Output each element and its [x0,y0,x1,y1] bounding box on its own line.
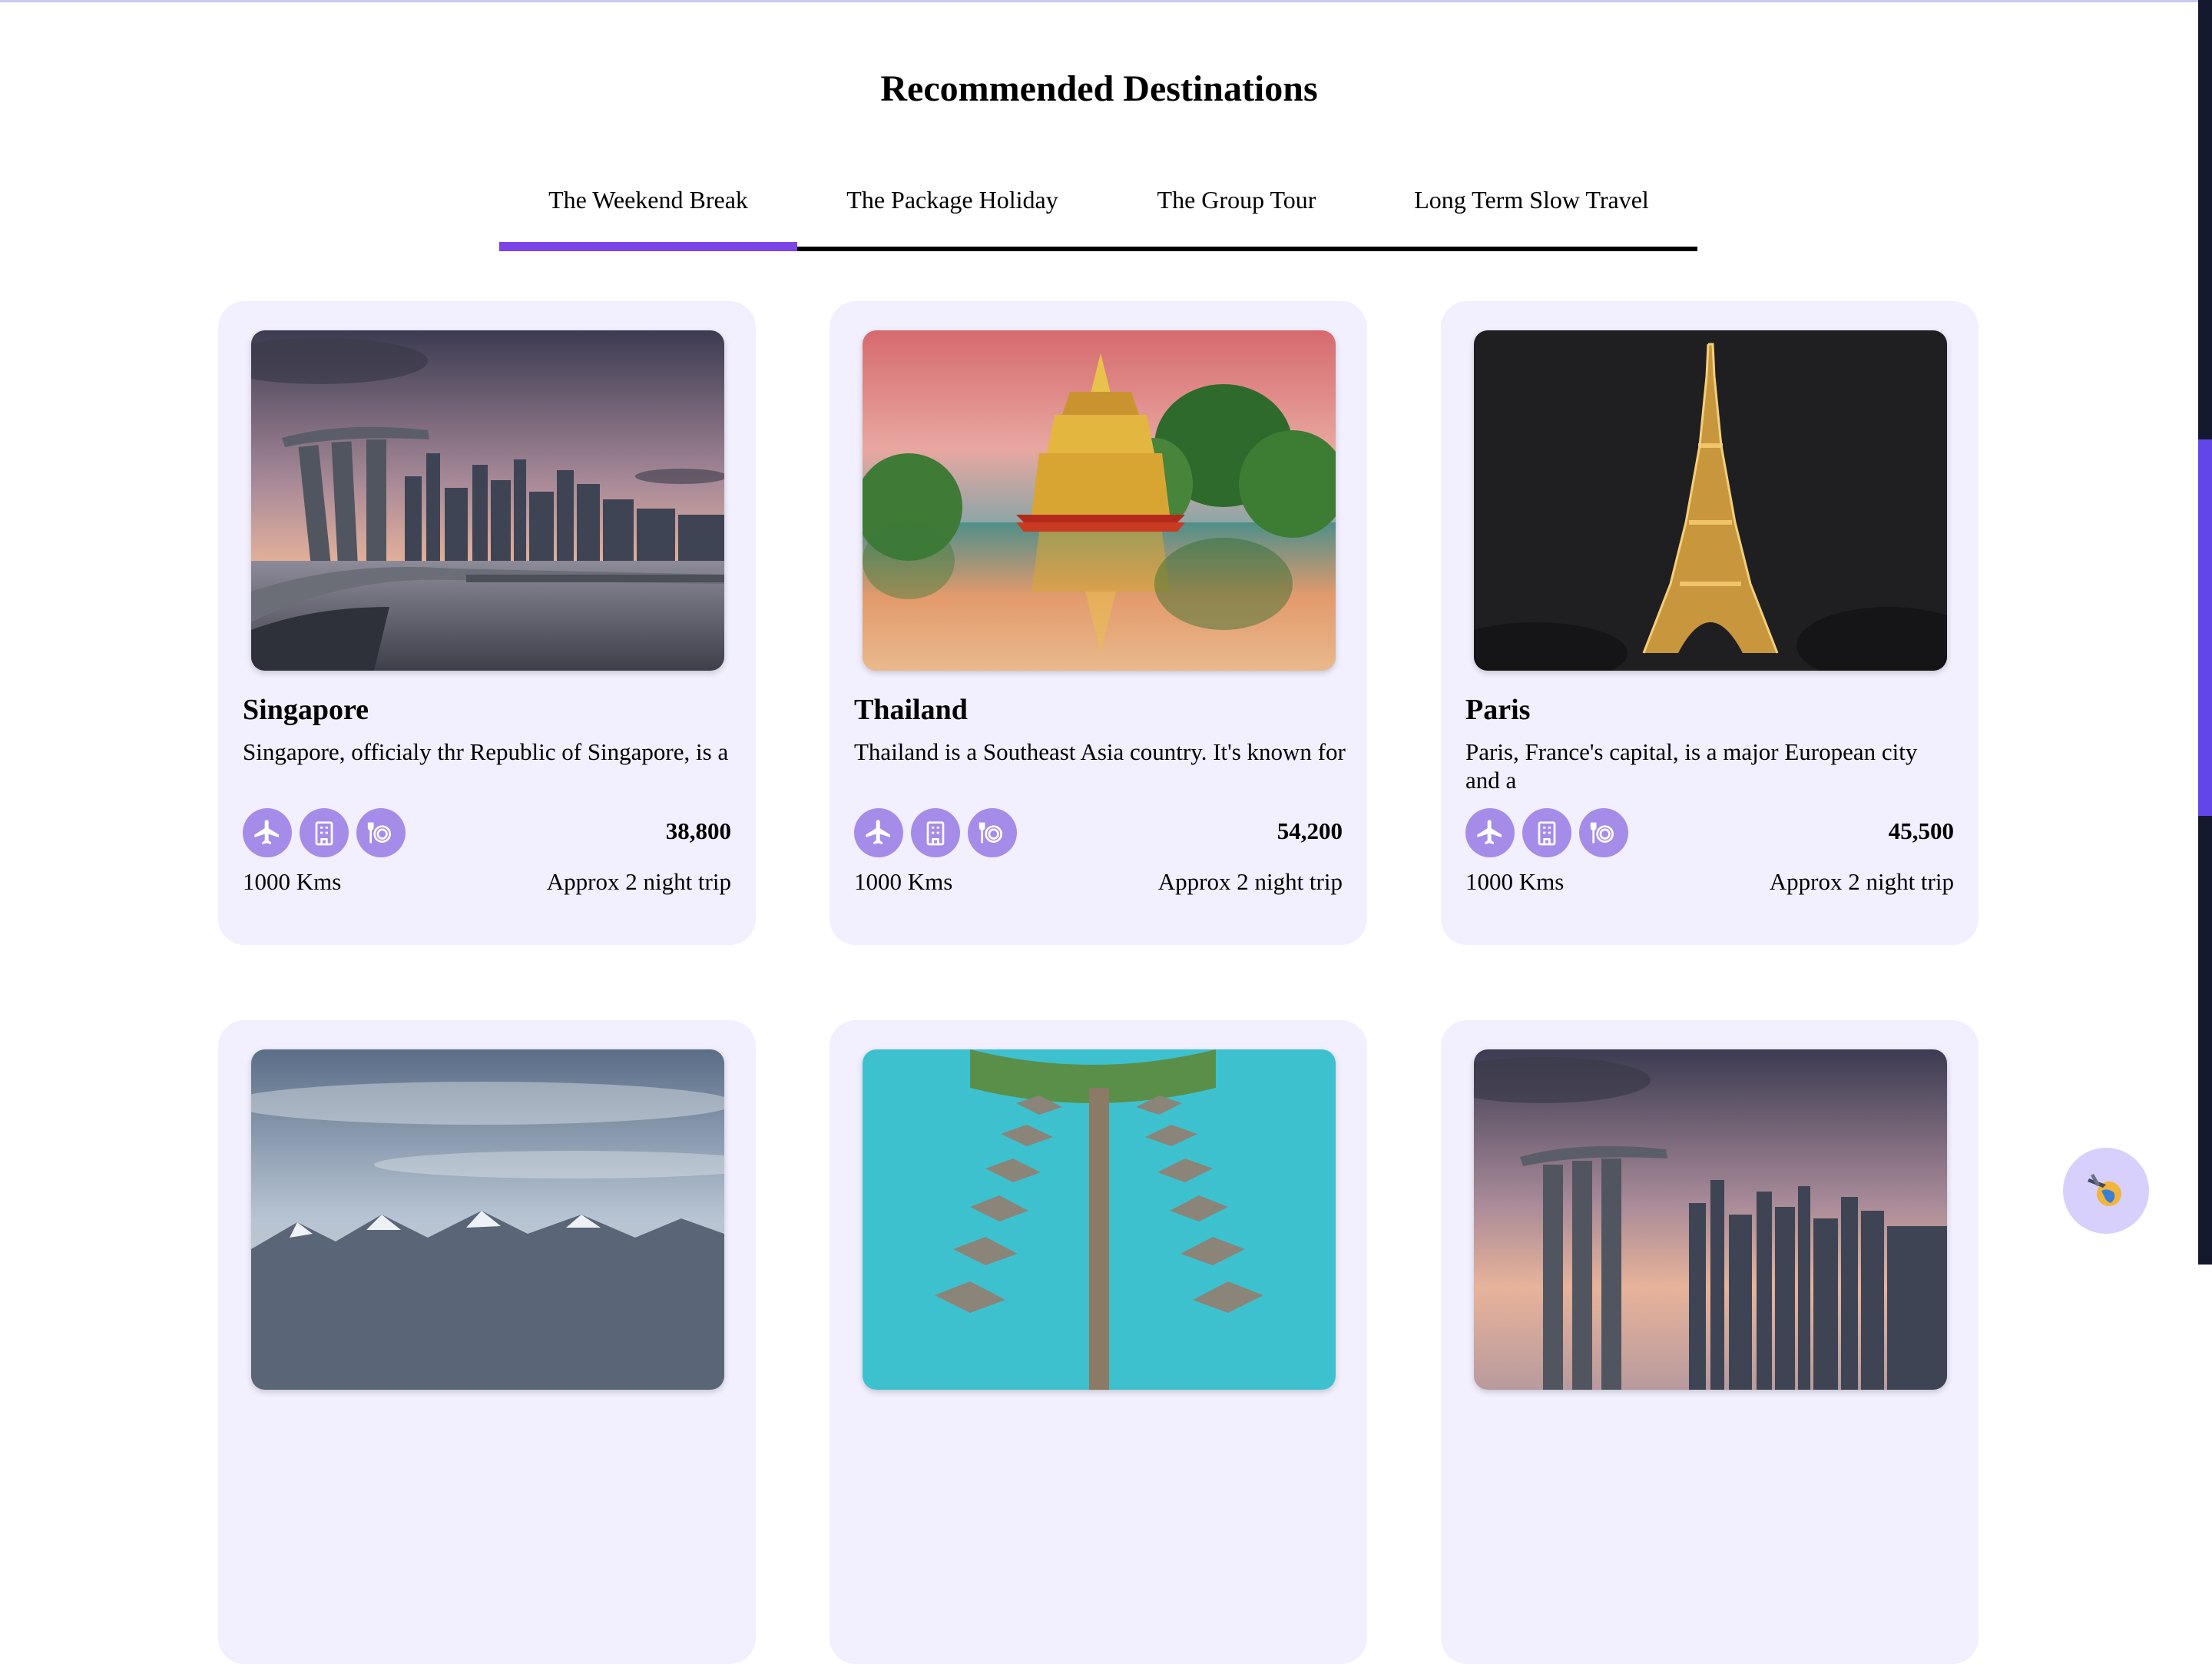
singapore-skyline-image [1474,1049,1947,1390]
destination-price: 45,500 [1888,817,1954,844]
meal-icon [968,808,1017,857]
scrollbar-track[interactable] [2198,0,2212,1265]
destination-description: Singapore, officialy thr Republic of Sin… [243,738,729,765]
destination-photo [251,1049,724,1390]
hotel-icon [1522,808,1571,857]
tab-label: The Package Holiday [846,186,1058,214]
tab-weekend-break[interactable]: The Weekend Break [499,178,797,251]
tab-package-holiday[interactable]: The Package Holiday [797,178,1108,247]
destination-card-mountains[interactable] [218,1020,756,1664]
destination-distance: 1000 Kms [1465,868,1565,895]
overwater-bungalows-image [863,1049,1336,1390]
destination-tabs: The Weekend Break The Package Holiday Th… [499,178,1697,251]
destination-title: Thailand [854,694,968,726]
top-border [0,0,2198,2]
destination-photo [1474,330,1947,671]
mountain-range-image [251,1049,724,1390]
destination-description: Paris, France's capital, is a major Euro… [1465,738,1918,794]
meal-icon [356,808,406,857]
hotel-icon [911,808,960,857]
destination-photo [863,330,1336,671]
tab-label: The Weekend Break [548,186,748,214]
trip-duration: Approx 2 night trip [1769,868,1954,895]
amenity-icons [854,808,1017,857]
airplane-icon [854,808,903,857]
destination-distance: 1000 Kms [854,868,953,895]
hotel-icon [300,808,349,857]
scrollbar-thumb[interactable] [2198,439,2212,816]
trip-duration: Approx 2 night trip [1157,868,1343,895]
destination-photo [1474,1049,1947,1390]
destination-price: 38,800 [665,817,731,844]
active-tab-indicator [499,242,797,251]
amenity-icons [1465,808,1628,857]
thailand-temple-image [863,330,1336,671]
page-title: Recommended Destinations [880,68,1318,109]
destination-card-singapore[interactable]: Singapore Singapore, officialy thr Repub… [218,301,756,945]
trip-duration: Approx 2 night trip [546,868,731,895]
destination-title: Paris [1465,694,1531,726]
destination-description: Thailand is a Southeast Asia country. It… [854,738,1346,765]
meal-icon [1579,808,1628,857]
destination-card-maldives[interactable] [830,1020,1367,1664]
destination-card-thailand[interactable]: Thailand Thailand is a Southeast Asia co… [830,301,1367,945]
destination-card-paris[interactable]: Paris Paris, France's capital, is a majo… [1441,301,1979,945]
singapore-skyline-image [251,330,724,671]
destination-price: 54,200 [1277,817,1343,844]
airplane-icon [1465,808,1515,857]
airplane-icon [243,808,292,857]
travel-globe-icon [2088,1174,2121,1206]
tab-group-tour[interactable]: The Group Tour [1108,178,1366,247]
tab-label: The Group Tour [1157,186,1316,214]
paris-eiffel-image [1474,330,1947,671]
destination-card-singapore-2[interactable] [1441,1020,1979,1664]
travel-assistant-button[interactable] [2063,1148,2149,1234]
destination-title: Singapore [243,694,369,726]
tab-label: Long Term Slow Travel [1414,186,1649,214]
destination-photo [863,1049,1336,1390]
amenity-icons [243,808,406,857]
destination-photo [251,330,724,671]
tab-long-term-slow-travel[interactable]: Long Term Slow Travel [1366,178,1697,247]
destination-distance: 1000 Kms [243,868,342,895]
